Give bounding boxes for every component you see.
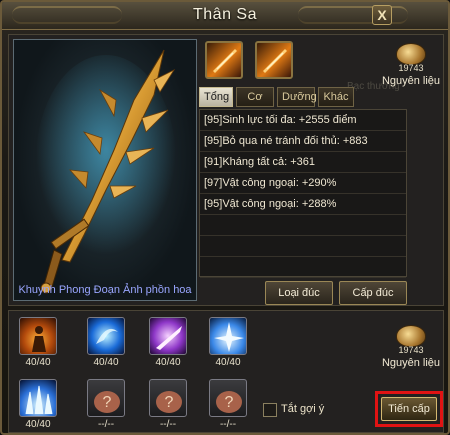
svg-text:?: ? (103, 394, 112, 411)
skill-count: --/-- (97, 419, 115, 430)
title-bar: Thân Sa X (2, 2, 448, 30)
material-label: Nguyên liệu (381, 75, 441, 87)
svg-text:?: ? (225, 394, 234, 411)
stat-row: [95]Bỏ qua né tránh đối thủ: +883 (200, 131, 406, 152)
blue-vortex-skill-icon[interactable] (87, 317, 125, 355)
close-button[interactable]: X (372, 5, 392, 25)
weapon-panel: Khuynh Phong Đoạn Ảnh phồn hoa Bạc thườn… (8, 34, 444, 306)
hide-hints-label: Tắt gợi ý (281, 403, 325, 415)
skill-count: 40/40 (93, 357, 119, 368)
upgrade-cast-button[interactable]: Cấp đúc (339, 281, 407, 305)
material-count: 19743 (398, 345, 424, 355)
material-label: Nguyên liệu (381, 357, 441, 369)
tab-tong[interactable]: Tổng (199, 87, 233, 107)
material-counter-top: 19743 Nguyên liệu (381, 43, 441, 87)
skill-count: 40/40 (25, 357, 51, 368)
skill-count: 40/40 (155, 357, 181, 368)
stat-row: [91]Kháng tất cả: +361 (200, 152, 406, 173)
warrior-aura-skill-icon[interactable] (19, 317, 57, 355)
ice-burst-skill-icon[interactable] (209, 317, 247, 355)
ice-spikes-skill-icon[interactable] (19, 379, 57, 417)
than-sa-window: Thân Sa X Khuynh Phong Đoạn Ảnh phồn hoa… (0, 0, 450, 435)
unknown-bag-icon[interactable]: ? (87, 379, 125, 417)
weapon-preview: Khuynh Phong Đoạn Ảnh phồn hoa (13, 39, 197, 301)
weapon-name: Khuynh Phong Đoạn Ảnh phồn hoa (18, 284, 192, 296)
filter-button[interactable]: Loại đúc (265, 281, 333, 305)
tab-khac[interactable]: Khác (318, 87, 354, 107)
material-counter-bottom: 19743 Nguyên liệu (381, 325, 441, 369)
stat-row: [95]Sinh lực tối đa: +2555 điểm (200, 110, 406, 131)
hide-hints-checkbox[interactable] (263, 403, 277, 417)
stat-row-empty (200, 215, 406, 236)
skill-panel: 40/40 40/40 40/40 40/40 40/40 ? --/-- ? … (8, 310, 444, 433)
unknown-bag-icon[interactable]: ? (149, 379, 187, 417)
fire-blade-slot-icon[interactable] (205, 41, 243, 79)
gold-nugget-icon (396, 43, 426, 65)
skill-count: --/-- (219, 419, 237, 430)
material-count: 19743 (398, 63, 424, 73)
dragon-sword-icon (36, 49, 176, 294)
stat-row-empty (200, 236, 406, 257)
purple-slash-skill-icon[interactable] (149, 317, 187, 355)
fire-blade-slot-icon[interactable] (255, 41, 293, 79)
skill-count: --/-- (159, 419, 177, 430)
skill-count: 40/40 (215, 357, 241, 368)
unknown-bag-icon[interactable]: ? (209, 379, 247, 417)
stat-list: [95]Sinh lực tối đa: +2555 điểm [95]Bỏ q… (199, 109, 407, 278)
tab-duong[interactable]: Dưỡng (277, 87, 317, 107)
gold-nugget-icon (396, 325, 426, 347)
stat-row-empty (200, 257, 406, 278)
svg-text:?: ? (165, 394, 174, 411)
advance-button[interactable]: Tiến cấp (381, 397, 437, 421)
tab-co-so[interactable]: Cơ sở (236, 87, 274, 121)
stat-row: [95]Vật công ngoại: +288% (200, 194, 406, 215)
stat-row: [97]Vật công ngoại: +290% (200, 173, 406, 194)
skill-count: 40/40 (25, 419, 51, 430)
